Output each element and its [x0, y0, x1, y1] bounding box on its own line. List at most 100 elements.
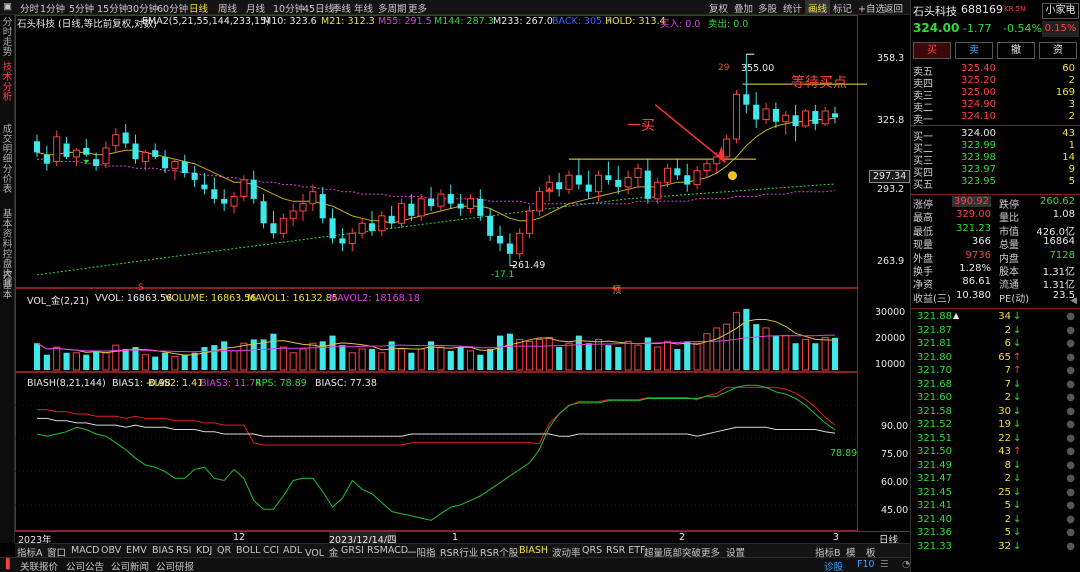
timeframe-3[interactable]: 15分钟 [97, 1, 128, 15]
stock-name: 石头科技 [913, 5, 957, 18]
indicator-tab-18[interactable]: BIASH [519, 545, 548, 556]
toolbar-right-3[interactable]: 统计 [780, 0, 805, 15]
status-link-2[interactable]: 公司新闻 [111, 559, 149, 572]
indicator-tab-20[interactable]: QRS [582, 545, 602, 556]
tick-dot-icon: ● [1066, 405, 1075, 417]
ask-row[interactable]: 卖一 324.10 2 [913, 111, 1079, 126]
timeframe-1[interactable]: 1分钟 [40, 1, 65, 15]
status-link-0[interactable]: 关联报价 [20, 559, 58, 572]
indicator-tab-21[interactable]: RSR ETF [606, 545, 646, 556]
bid-row[interactable]: 买五 323.95 5 [913, 176, 1079, 191]
left-tab-0[interactable]: 分时走势 [1, 18, 14, 58]
chart-svg[interactable] [15, 15, 910, 543]
high-prefix: 29 [718, 63, 730, 73]
left-tab-1[interactable]: 技术分析 [1, 63, 14, 103]
indicator-tab-2[interactable]: MACD [71, 545, 99, 556]
timeframe-10[interactable]: 45日线 [303, 1, 334, 15]
tick-direction-icon: ↑ [1013, 446, 1022, 457]
tick-volume: 5 [1004, 527, 1011, 538]
indicator-tab-11[interactable]: ADL [283, 545, 302, 556]
candle-body [221, 198, 228, 204]
collapse-icon[interactable]: ◀ [1070, 296, 1077, 306]
timeframe-6[interactable]: 日线 [189, 1, 208, 15]
volume-bar [615, 347, 622, 370]
indicator-tab-8[interactable]: QR [217, 545, 231, 556]
sector-badge[interactable]: 小家电 [1042, 3, 1079, 19]
status-link-1[interactable]: 公司公告 [66, 559, 104, 572]
volume-bar [417, 348, 425, 371]
timeframe-5[interactable]: 60分钟 [157, 1, 188, 15]
tick-row: 321.81 6 ↓ ● [913, 338, 1079, 351]
indicator-tab-9[interactable]: BOLL [236, 545, 260, 556]
toolbar-right-2[interactable]: 多股 [755, 0, 780, 15]
volume-bar [122, 348, 129, 370]
tick-volume: 30 [998, 405, 1011, 417]
toolbar-right-4[interactable]: 画线 [805, 0, 831, 15]
volume-bar [63, 352, 70, 370]
tick-direction-icon: ↓ [1013, 540, 1022, 552]
left-tab-4[interactable]: 基本资料 [1, 210, 14, 250]
toolbar-icon[interactable]: ▣ [3, 1, 12, 12]
price-axis-1: 358.3 [877, 53, 905, 64]
tick-row: 321.60 2 ↓ ● [913, 392, 1079, 405]
candle-body [684, 175, 691, 185]
f10-link[interactable]: F10 [857, 559, 875, 570]
timeframe-12[interactable]: 年线 [354, 1, 373, 15]
tick-direction-icon: ↑ [1013, 365, 1022, 376]
tick-row: 321.49 8 ↓ ● [913, 460, 1079, 473]
timeframe-2[interactable]: 5分钟 [69, 1, 94, 15]
candle-body [556, 182, 563, 190]
buy-value: 买入: 0.0 [660, 19, 701, 30]
indicator-tab-5[interactable]: BIAS [152, 545, 174, 556]
timeframe-0[interactable]: 分时 [20, 1, 39, 15]
m21-value: M21: 312.3 [321, 16, 375, 27]
toolbar-right-1[interactable]: 叠加 [731, 0, 756, 15]
left-tab-6[interactable]: 控基本 [1, 271, 14, 301]
toolbar-right-5[interactable]: 标记 [830, 0, 855, 15]
volume-bar [684, 341, 691, 370]
volume-bar [378, 352, 386, 371]
trade-button-1[interactable]: 卖 [955, 42, 993, 59]
indicator-tab-13[interactable]: GRSI [341, 545, 364, 556]
indicator-tab-10[interactable]: CCI [263, 545, 279, 556]
price-axis-2: 325.8 [877, 115, 905, 126]
indicator-tab-6[interactable]: RSI [176, 545, 191, 556]
trade-button-2[interactable]: 撤 [997, 42, 1035, 59]
left-tab-3[interactable]: 分价表 [1, 165, 14, 195]
trade-button-3[interactable]: 资 [1039, 42, 1077, 59]
menu-icon[interactable]: ☰ [880, 559, 889, 570]
biasc-line [37, 417, 836, 437]
bias-axis-4: 45.00 [881, 505, 909, 516]
toolbar-right-7[interactable]: 返回 [881, 0, 906, 15]
tick-price: 321.41 [917, 500, 952, 511]
diagnose-link[interactable]: 诊股 [824, 559, 843, 572]
quote-panel: 石头科技 688169 KR 5N 小家电 324.00 -1.77 -0.54… [910, 0, 1080, 572]
tick-volume: 19 [998, 419, 1011, 430]
timeframe-4[interactable]: 30分钟 [127, 1, 158, 15]
timeframe-9[interactable]: 10分钟 [273, 1, 304, 15]
indicator-tab-3[interactable]: OBV [101, 545, 121, 556]
indicator-tab-4[interactable]: EMV [126, 545, 147, 556]
indicator-tab-7[interactable]: KDJ [196, 545, 212, 556]
indicator-tab-14[interactable]: RSMACD [367, 545, 408, 556]
timeframe-14[interactable]: 更多 [408, 1, 427, 15]
chart-area[interactable]: 石头科技 (日线,等比前复权,对数) EMA2(5,21,55,144,233,… [15, 15, 911, 546]
timeframe-13[interactable]: 多周期 [378, 1, 407, 15]
left-tab-2[interactable]: 成交明细 [1, 125, 14, 165]
timeframe-8[interactable]: 月线 [246, 1, 265, 15]
toolbar-right-0[interactable]: 复权 [706, 0, 731, 15]
timeframe-toolbar: ▣ 分时 1分钟 5分钟 15分钟 30分钟 60分钟 日线 周线 月线 10分钟 45日线 季线 年线多… [0, 0, 910, 15]
trade-button-0[interactable]: 买 [913, 42, 951, 59]
ask-price: 325.20 [961, 75, 996, 86]
bias3-value: BIAS3: 11.74 [200, 378, 262, 389]
candle-body [358, 222, 366, 234]
bid-price: 323.95 [961, 176, 996, 187]
candle-body [821, 110, 829, 125]
tick-volume: 43 [998, 446, 1011, 457]
timeframe-7[interactable]: 周线 [218, 1, 237, 15]
timeframe-11[interactable]: 季线 [332, 1, 351, 15]
volume-bar [516, 338, 524, 371]
status-link-3[interactable]: 公司研报 [156, 559, 194, 572]
stat-row: 净资 86.61 流通 1.31亿 [913, 276, 1079, 291]
candle-body [191, 172, 198, 180]
